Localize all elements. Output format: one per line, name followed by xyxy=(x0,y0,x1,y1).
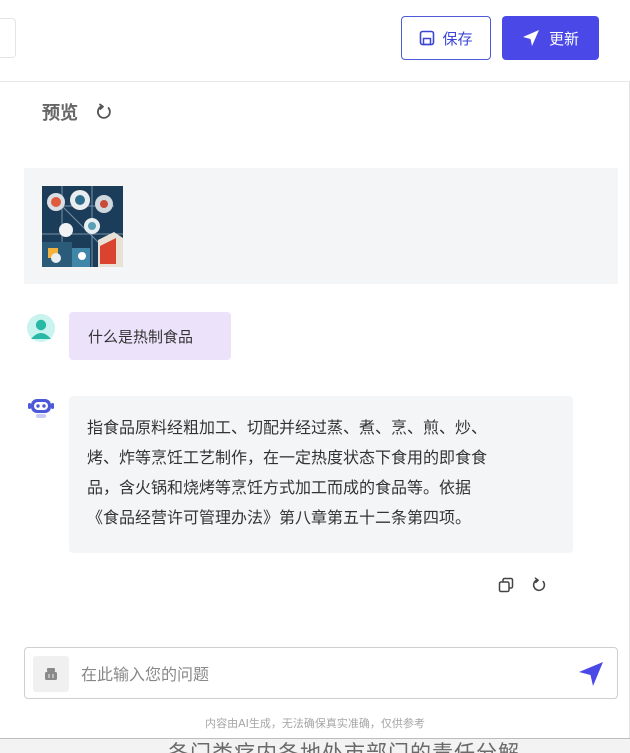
bot-message-line: 指食品原料经粗加工、切配并经过蒸、煮、烹、煎、炒、 xyxy=(87,418,488,437)
ai-disclaimer: 内容由AI生成，无法确保真实准确，仅供参考 xyxy=(205,717,425,730)
update-button[interactable]: 更新 xyxy=(502,16,599,60)
preview-title: 预览 xyxy=(42,103,78,124)
save-button-label: 保存 xyxy=(442,29,473,48)
save-icon xyxy=(420,30,435,46)
user-message-bubble: 什么是热制食品 xyxy=(69,312,231,360)
refresh-icon[interactable] xyxy=(95,103,113,121)
bot-avatar xyxy=(28,399,54,418)
clear-icon xyxy=(45,668,57,680)
bot-message-bubble: 指食品原料经粗加工、切配并经过蒸、煮、烹、煎、炒、 烤、炸等烹饪工艺制作，在一定… xyxy=(69,396,573,553)
user-avatar xyxy=(27,314,55,342)
save-button[interactable]: 保存 xyxy=(401,16,491,60)
bot-message-line: 《食品经营许可管理办法》第八章第五十二条第四项。 xyxy=(87,508,472,527)
input-tool-button[interactable] xyxy=(33,656,69,692)
copy-icon[interactable] xyxy=(498,577,514,593)
preview-thumbnail[interactable] xyxy=(42,186,123,267)
header-left-control[interactable] xyxy=(0,18,16,58)
send-arrow-icon xyxy=(522,30,539,46)
chat-input-box xyxy=(24,647,618,699)
preview-media-area xyxy=(24,168,618,284)
chat-input[interactable] xyxy=(81,656,561,692)
send-icon[interactable] xyxy=(577,660,605,688)
chat-panel: 保存 更新 预览 什么是热制食品 指食品原料经粗加工、切配并经过蒸、煮、烹、煎、… xyxy=(0,0,630,738)
background-page: 各门类疗内各地处市部门的责任分解 xyxy=(0,738,630,753)
bot-message-line: 品，含火锅和烧烤等烹饪方式加工而成的食品等。依据 xyxy=(87,478,472,497)
refresh-icon[interactable] xyxy=(531,577,547,593)
panel-header: 保存 更新 xyxy=(0,0,630,82)
update-button-label: 更新 xyxy=(548,29,579,48)
thumbnail-image xyxy=(42,186,123,267)
user-message-text: 什么是热制食品 xyxy=(88,327,194,346)
background-page-text: 各门类疗内各地处市部门的责任分解 xyxy=(168,741,520,753)
bot-message-line: 烤、炸等烹饪工艺制作，在一定热度状态下食用的即食食 xyxy=(87,448,488,467)
